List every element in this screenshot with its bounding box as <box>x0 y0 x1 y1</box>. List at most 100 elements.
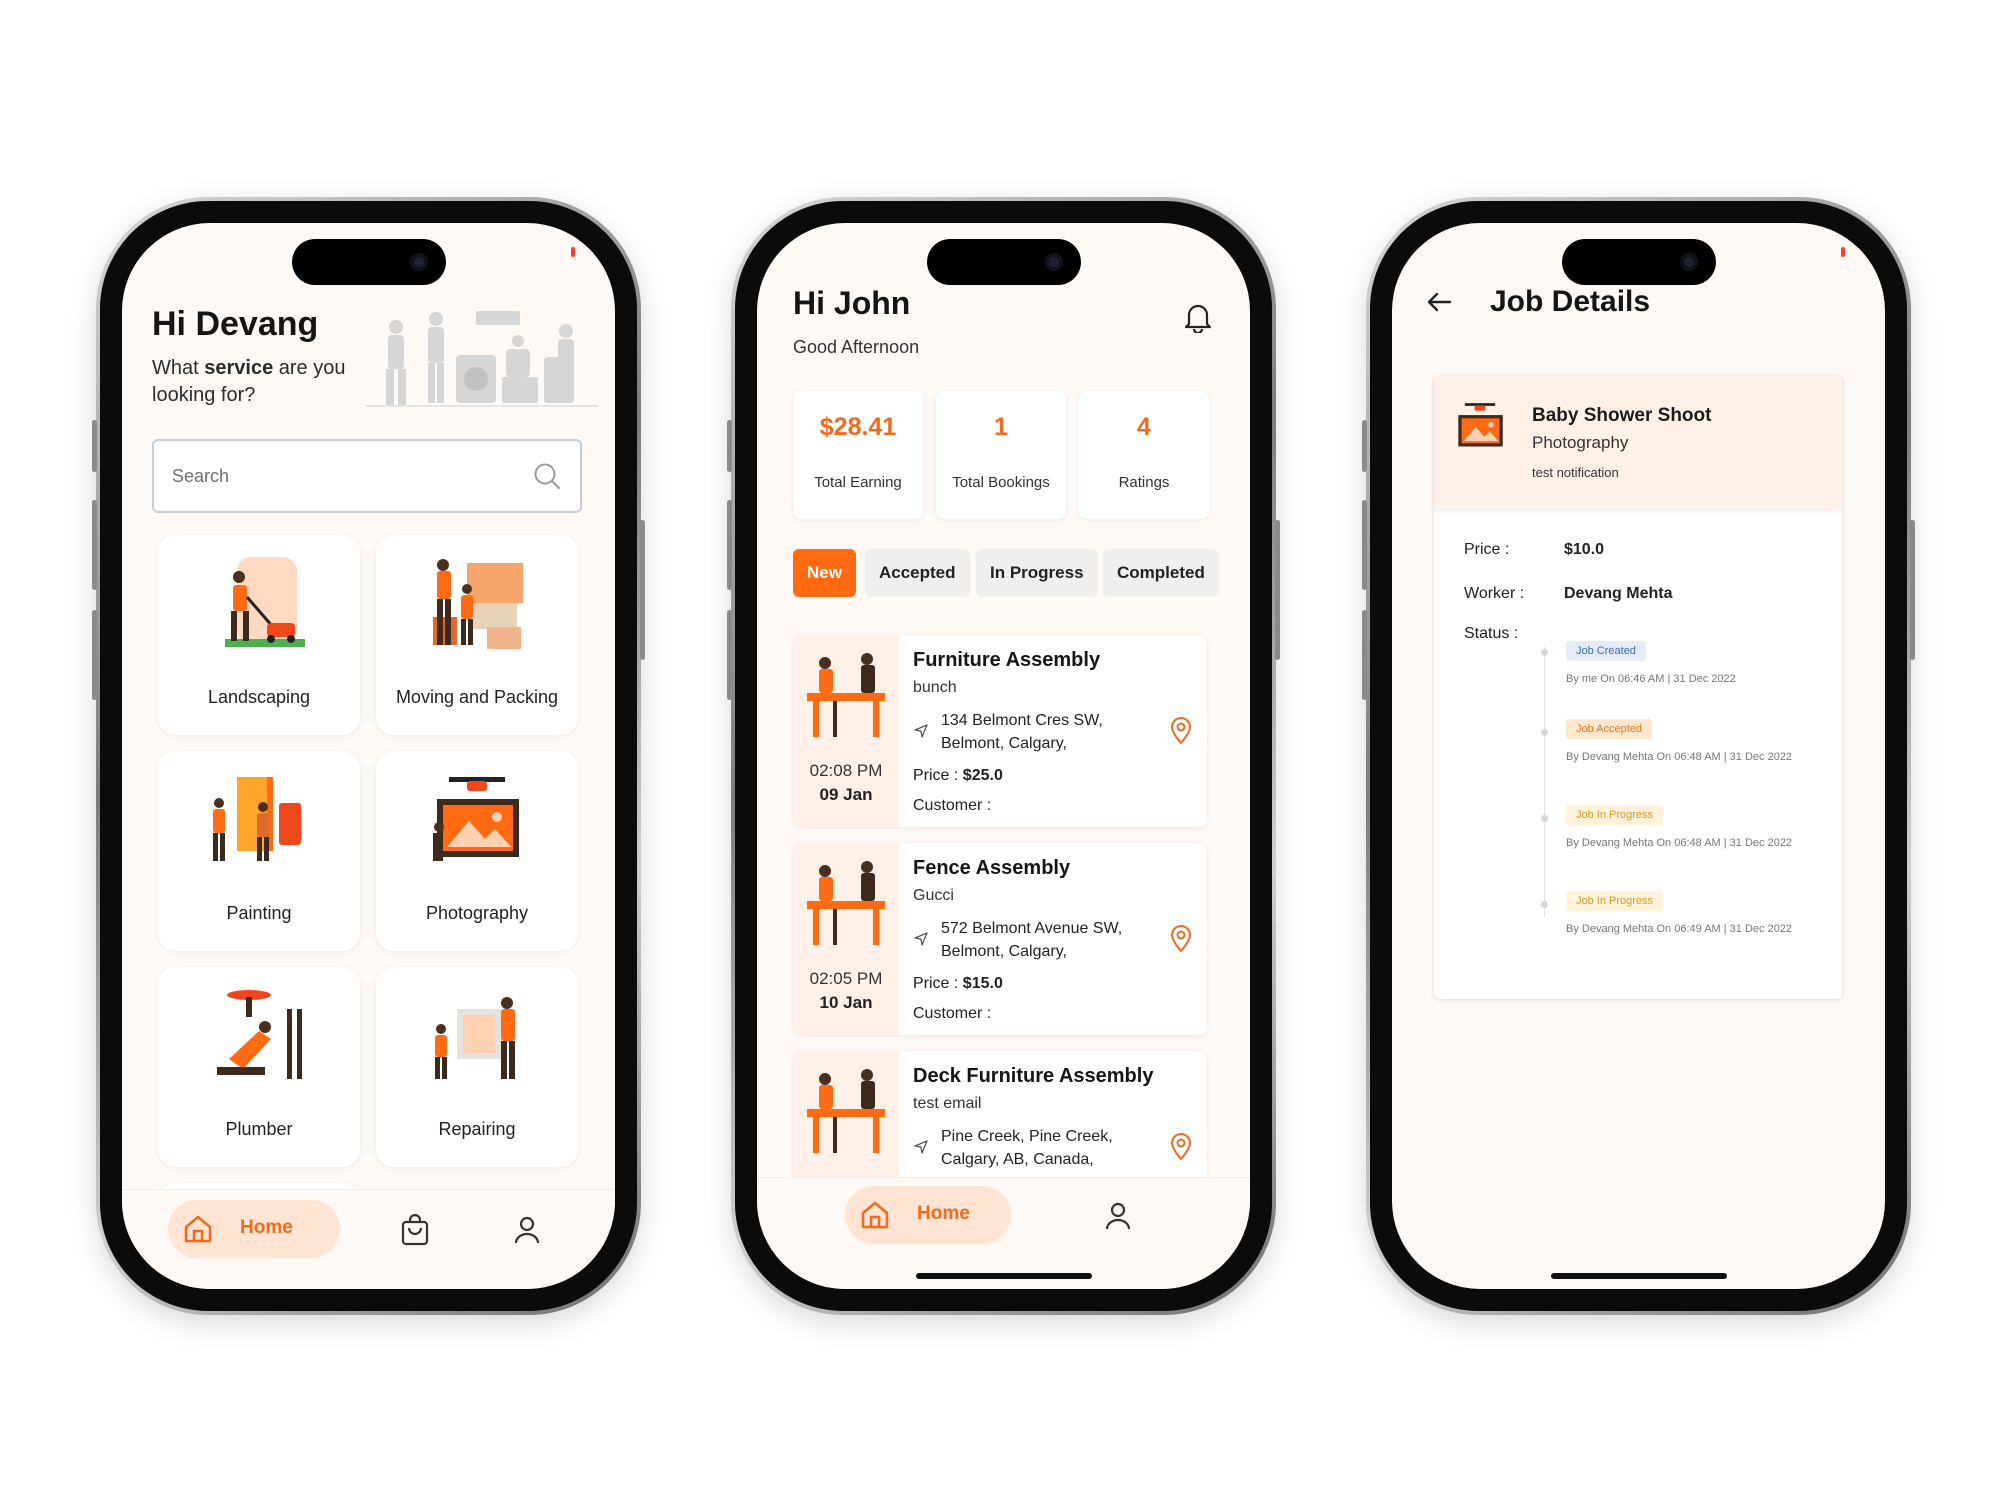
job-client: Gucci <box>913 887 954 904</box>
category-label: Landscaping <box>207 687 311 707</box>
recording-indicator <box>1841 247 1845 257</box>
profile-icon[interactable] <box>1105 1202 1131 1230</box>
location-pin-icon[interactable] <box>1169 925 1193 953</box>
category-label: Moving and Packing <box>395 687 559 707</box>
stat-value: 1 <box>994 413 1008 441</box>
home-icon <box>861 1201 889 1229</box>
home-indicator <box>1550 1273 1727 1279</box>
lawn-mower-illustration <box>225 557 305 647</box>
greeting-subtitle: What service are you looking for? <box>152 357 346 406</box>
dynamic-island <box>926 239 1081 285</box>
bell-icon[interactable] <box>1184 301 1212 333</box>
timeline-dot <box>1541 815 1548 822</box>
phone-side-button <box>727 610 732 700</box>
job-category: Photography <box>1532 433 1629 452</box>
nav-home-button[interactable]: Home <box>845 1186 1011 1244</box>
category-label: Repairing <box>438 1119 516 1139</box>
back-arrow-icon[interactable] <box>1426 291 1452 313</box>
timeline-dot <box>1541 649 1548 656</box>
stat-total-earning: $28.41 Total Earning <box>793 391 923 519</box>
status-chip: Job Created <box>1566 641 1646 661</box>
nav-home-button[interactable]: Home <box>168 1200 340 1258</box>
phone-side-button <box>1362 420 1367 472</box>
tab-accepted[interactable]: Accepted <box>865 549 970 597</box>
profile-icon[interactable] <box>514 1216 540 1244</box>
job-card[interactable]: 02:05 PM 10 Jan Fence Assembly Gucci 572… <box>793 843 1207 1035</box>
workers-hero-illustration <box>366 311 598 407</box>
stat-ratings: 4 Ratings <box>1079 391 1209 519</box>
search-input[interactable]: Search <box>172 466 229 487</box>
category-label: Painting <box>226 903 292 923</box>
category-card-painting[interactable]: Painting <box>158 751 360 951</box>
search-icon[interactable] <box>532 461 562 491</box>
category-card-plumber[interactable]: Plumber <box>158 967 360 1167</box>
carpenters-illustration <box>807 1069 885 1153</box>
category-card-moving[interactable]: Moving and Packing <box>376 535 578 735</box>
painters-illustration <box>213 777 301 861</box>
job-card[interactable]: 02:08 PM 09 Jan Furniture Assembly bunch… <box>793 635 1207 827</box>
job-customer: Customer : <box>913 797 992 814</box>
category-label: Photography <box>425 903 529 923</box>
job-date: 09 Jan <box>819 785 873 804</box>
phone-side-button <box>727 420 732 472</box>
carpenters-illustration <box>807 653 885 737</box>
repair-workers-illustration <box>435 997 515 1079</box>
location-pin-icon[interactable] <box>1169 717 1193 745</box>
nav-home-label: Home <box>240 1217 293 1238</box>
status-chip: Job Accepted <box>1566 719 1653 739</box>
dynamic-island <box>1561 239 1716 285</box>
greeting-title: Hi John <box>793 285 911 321</box>
job-customer: Customer : <box>913 1005 992 1022</box>
tab-completed[interactable]: Completed <box>1103 549 1219 597</box>
job-address: 134 Belmont Cres SW, Belmont, Calgary, <box>941 712 1103 752</box>
phone-side-button <box>92 420 97 472</box>
greeting-title: Hi Devang <box>152 305 319 343</box>
phone-dashboard: Hi John Good Afternoon $28.41 Total Earni… <box>731 197 1276 1315</box>
category-card-landscaping[interactable]: Landscaping <box>158 535 360 735</box>
home-icon <box>184 1215 212 1243</box>
job-note: test notification <box>1532 465 1619 480</box>
stat-value: $28.41 <box>819 413 897 441</box>
nav-home-label: Home <box>917 1203 970 1224</box>
tab-in-progress[interactable]: In Progress <box>976 549 1098 597</box>
dashboard-screen: Hi John Good Afternoon $28.41 Total Earni… <box>757 223 1250 1289</box>
price-row: Price : $10.0 <box>1464 541 1605 558</box>
category-card-repairing[interactable]: Repairing <box>376 967 578 1167</box>
job-price: Price : $25.0 <box>913 767 1003 784</box>
job-address: Pine Creek, Pine Creek, Calgary, AB, Can… <box>941 1128 1113 1168</box>
dynamic-island <box>291 239 446 285</box>
stat-label: Total Bookings <box>952 474 1050 491</box>
status-chip: Job In Progress <box>1566 891 1664 911</box>
job-details-screen: Job Details Baby Shower Shoot Photograph… <box>1392 223 1885 1289</box>
worker-row: Worker : Devang Mehta <box>1464 585 1673 602</box>
phone-side-button <box>640 520 645 660</box>
phone-job-details: Job Details Baby Shower Shoot Photograph… <box>1366 197 1911 1315</box>
phone-side-button <box>1362 500 1367 590</box>
status-meta: By Devang Mehta On 06:49 AM | 31 Dec 202… <box>1566 923 1793 935</box>
tab-new[interactable]: New <box>793 549 856 597</box>
timeline-dot <box>1541 729 1548 736</box>
category-label: Plumber <box>225 1119 293 1139</box>
bag-icon[interactable] <box>400 1214 430 1246</box>
location-pin-icon[interactable] <box>1169 1133 1193 1161</box>
category-card-photography[interactable]: Photography <box>376 751 578 951</box>
timeline-line <box>1544 647 1545 917</box>
navigation-arrow-icon <box>914 932 928 946</box>
phone-side-button <box>1275 520 1280 660</box>
job-title: Baby Shower Shoot <box>1532 405 1712 426</box>
job-address: 572 Belmont Avenue SW, Belmont, Calgary, <box>941 920 1123 960</box>
stat-label: Total Earning <box>814 474 902 491</box>
home-screen: Hi Devang What service are you looking f… <box>122 223 615 1289</box>
stat-label: Ratings <box>1118 474 1170 491</box>
status-meta: By Devang Mehta On 06:48 AM | 31 Dec 202… <box>1566 837 1793 849</box>
search-bar[interactable]: Search <box>152 439 582 513</box>
job-detail-card: Baby Shower Shoot Photography test notif… <box>1434 375 1842 999</box>
job-detail-header: Baby Shower Shoot Photography test notif… <box>1434 375 1842 509</box>
status-meta: By me On 06:46 AM | 31 Dec 2022 <box>1566 673 1736 685</box>
phone-side-button <box>92 500 97 590</box>
phone-home: Hi Devang What service are you looking f… <box>96 197 641 1315</box>
navigation-arrow-icon <box>914 724 928 738</box>
job-price: Price : $15.0 <box>913 975 1003 992</box>
plumber-illustration <box>217 990 302 1079</box>
recording-indicator <box>571 247 575 257</box>
